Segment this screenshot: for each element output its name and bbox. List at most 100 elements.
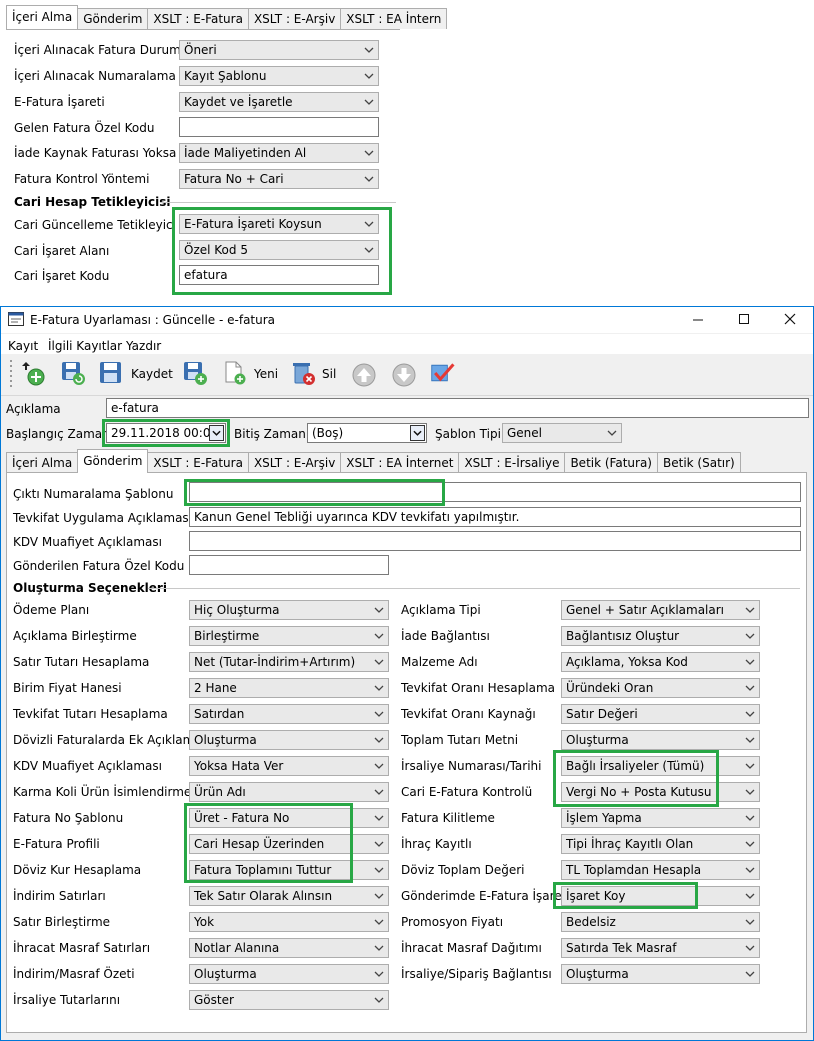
option-combo[interactable]: Üret - Fatura No [189,808,389,828]
option-combo[interactable]: Birleştirme [189,626,389,646]
tab-xslt-efatura[interactable]: XSLT : E-Fatura [147,452,249,473]
aciklama-input[interactable]: e-fatura [106,398,809,418]
option-combo[interactable]: Tipi İhraç Kayıtlı Olan [561,834,760,854]
option-combo[interactable]: Oluşturma [561,730,760,750]
option-combo[interactable]: Bağlantısız Oluştur [561,626,760,646]
save-new-icon[interactable] [182,360,208,386]
top-tab-border [6,29,400,30]
chevron-down-icon [745,607,755,613]
option-combo[interactable]: Satırdan [189,704,389,724]
new-record-icon[interactable] [22,360,48,386]
close-icon[interactable] [784,313,796,325]
top-tab-xslt-ea-internet[interactable]: XSLT : EA İntern [340,8,448,29]
combo-value: Bağlantısız Oluştur [566,629,680,643]
option-combo[interactable]: Satırda Tek Masraf [561,938,760,958]
option-combo[interactable]: Notlar Alanına [189,938,389,958]
save-refresh-icon[interactable] [60,360,86,386]
option-combo[interactable]: Net (Tutar-İndirim+Artırım) [189,652,389,672]
option-combo[interactable]: İşlem Yapma [561,808,760,828]
top-tab-iceri-alma[interactable]: İçeri Alma [6,5,79,29]
tab-gonderim[interactable]: Gönderim [77,449,149,473]
gonderilen-ozel-kodu-input[interactable] [189,555,389,575]
save-label[interactable]: Kaydet [131,367,173,381]
option-combo[interactable]: Tek Satır Olarak Alınsın [189,886,389,906]
new-label[interactable]: Yeni [254,367,278,381]
option-combo[interactable]: Üründeki Oran [561,678,760,698]
option-label: İhracat Masraf Satırları [13,941,151,955]
top-row-combo[interactable]: Öneri [179,40,379,60]
chevron-down-icon [745,737,755,743]
tevkifat-aciklama-input[interactable]: Kanun Genel Tebliği uyarınca KDV tevkifa… [189,507,801,527]
approve-icon[interactable] [430,360,456,386]
combo-value: Satırdan [194,707,245,721]
combo-value: Üret - Fatura No [194,811,290,825]
option-combo[interactable]: Oluşturma [561,964,760,984]
combo-value: Satırda Tek Masraf [566,941,677,955]
option-combo[interactable]: İşaret Koy [561,886,760,906]
option-combo[interactable]: Genel + Satır Açıklamaları [561,600,760,620]
top-row-combo[interactable]: Kaydet ve İşaretle [179,92,379,112]
menu-ilgili-kayitlar[interactable]: İlgili Kayıtlar [48,339,122,353]
option-label: Fatura Kilitleme [401,811,495,825]
tab-xslt-ea-internet[interactable]: XSLT : EA İnternet [340,452,460,473]
option-combo[interactable]: TL Toplamdan Hesapla [561,860,760,880]
baslangic-zamani-picker[interactable]: 29.11.2018 00:00 [106,423,226,443]
chevron-down-icon [745,893,755,899]
input-value: Kanun Genel Tebliği uyarınca KDV tevkifa… [194,510,520,524]
delete-icon[interactable] [290,360,316,386]
option-combo[interactable]: Fatura Toplamını Tuttur [189,860,389,880]
minimize-icon[interactable] [692,313,704,325]
arrow-up-icon[interactable] [351,362,377,388]
option-combo[interactable]: Satır Değeri [561,704,760,724]
save-icon[interactable] [98,360,124,386]
option-combo[interactable]: Göster [189,990,389,1010]
tab-betik-satir[interactable]: Betik (Satır) [657,452,741,473]
bitis-zamani-picker[interactable]: (Boş) [307,423,427,443]
option-combo[interactable]: Vergi No + Posta Kutusu [561,782,760,802]
option-combo[interactable]: Açıklama, Yoksa Kod [561,652,760,672]
input-value: efatura [184,268,228,282]
chevron-down-icon [607,430,617,436]
chevron-down-icon [374,971,384,977]
top-tab-xslt-efatura[interactable]: XSLT : E-Fatura [147,8,249,29]
tab-betik-fatura[interactable]: Betik (Fatura) [564,452,658,473]
tab-iceri-alma[interactable]: İçeri Alma [6,452,79,473]
chevron-down-icon [374,633,384,639]
option-combo[interactable]: Yok [189,912,389,932]
option-combo[interactable]: Bağlı İrsaliyeler (Tümü) [561,756,760,776]
top-row-combo[interactable]: Kayıt Şablonu [179,66,379,86]
maximize-icon[interactable] [738,313,750,325]
option-combo[interactable]: Bedelsiz [561,912,760,932]
option-combo[interactable]: Ürün Adı [189,782,389,802]
cari-guncelleme-combo[interactable]: E-Fatura İşareti Koysun [179,214,379,234]
option-combo[interactable]: Hiç Oluşturma [189,600,389,620]
option-combo[interactable]: Cari Hesap Üzerinden [189,834,389,854]
cari-isaret-kodu-input[interactable]: efatura [179,265,379,285]
arrow-down-icon[interactable] [391,362,417,388]
sablon-tipi-combo[interactable]: Genel [502,423,622,443]
date-dropdown-button[interactable] [410,425,425,441]
option-combo[interactable]: Oluşturma [189,730,389,750]
top-row-combo[interactable]: Fatura No + Cari [179,169,379,189]
tab-xslt-earsiv[interactable]: XSLT : E-Arşiv [247,452,342,473]
menu-kayit[interactable]: Kayıt [8,339,38,353]
gelen-fatura-ozel-kodu-input[interactable] [179,117,379,137]
date-dropdown-button[interactable] [209,425,224,441]
top-tab-xslt-earsiv[interactable]: XSLT : E-Arşiv [247,8,342,29]
chevron-down-icon [374,711,384,717]
cari-isaret-alani-combo[interactable]: Özel Kod 5 [179,240,379,260]
top-tab-gonderim[interactable]: Gönderim [77,8,149,29]
kdv-muafiyet-input[interactable] [189,531,801,551]
top-row-combo[interactable]: İade Maliyetinden Al [179,143,379,163]
option-combo[interactable]: 2 Hane [189,678,389,698]
combo-value: Yoksa Hata Ver [194,759,284,773]
cikti-numaralama-input[interactable] [189,482,801,502]
option-combo[interactable]: Yoksa Hata Ver [189,756,389,776]
new-document-icon[interactable] [222,360,248,386]
tab-xslt-eirsaliye[interactable]: XSLT : E-İrsaliye [458,452,566,473]
combo-value: Kayıt Şablonu [184,69,267,83]
combo-value: Üründeki Oran [566,681,654,695]
delete-label[interactable]: Sil [322,367,336,381]
menu-yazdir[interactable]: Yazdır [126,339,161,353]
option-combo[interactable]: Oluşturma [189,964,389,984]
